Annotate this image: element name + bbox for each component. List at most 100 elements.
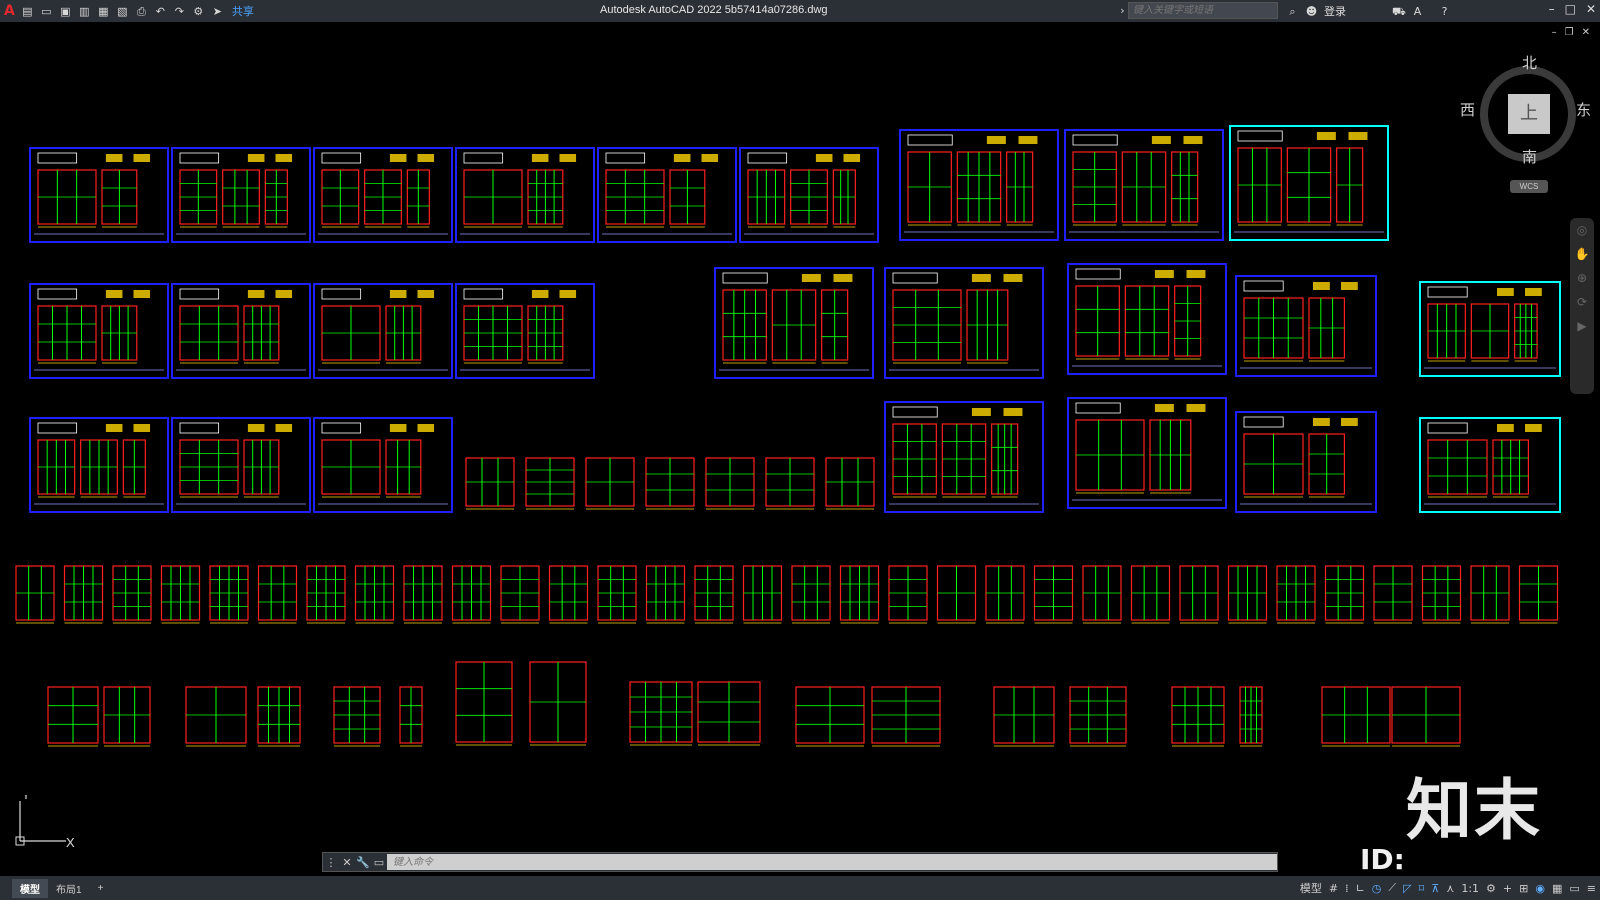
plan-view <box>1243 416 1284 428</box>
maximize-icon[interactable]: □ <box>1565 2 1576 16</box>
compass-south[interactable]: 南 <box>1522 146 1537 167</box>
navigation-bar: ◎ ✋ ⊕ ⟳ ▶ <box>1570 218 1594 394</box>
snap-icon[interactable]: ⁞ <box>1345 882 1349 895</box>
cart-icon[interactable]: ⛟ <box>1392 5 1406 18</box>
hardware-accel-icon[interactable]: ▦ <box>1552 882 1562 895</box>
model-space-button[interactable]: 模型 <box>1300 880 1322 896</box>
print-icon[interactable]: ⎙ <box>135 5 148 18</box>
help-search-input[interactable] <box>1128 2 1278 19</box>
plan-view <box>37 422 78 434</box>
drawing-sheet-frame <box>29 283 169 379</box>
drawing-sheet-frame <box>313 283 453 379</box>
tab-layout1[interactable]: 布局1 <box>48 879 90 898</box>
workspace-gear-icon[interactable]: ⚙ <box>1486 882 1496 895</box>
drawing-sheet-frame <box>1064 129 1224 241</box>
application-menu-button[interactable]: A <box>4 3 15 19</box>
plan-view <box>179 288 220 300</box>
wcs-menu[interactable]: WCS <box>1510 180 1548 193</box>
share-icon[interactable]: ➤ <box>211 5 224 18</box>
isolate-objects-icon[interactable]: ◉ <box>1535 882 1545 895</box>
viewport-close-icon[interactable]: ✕ <box>1582 27 1590 38</box>
section-detail <box>1348 132 1368 140</box>
cmd-customize-icon[interactable]: 🔧 <box>355 856 371 869</box>
new-file-icon[interactable]: ▤ <box>21 5 34 18</box>
section-detail <box>833 274 853 282</box>
signin-button[interactable]: 登录 <box>1324 3 1346 19</box>
section-detail <box>531 154 549 162</box>
command-input[interactable] <box>387 854 1277 870</box>
section-detail <box>1183 136 1203 144</box>
add-layout-button[interactable]: + <box>90 881 112 896</box>
plan-view <box>321 288 362 300</box>
osnap-icon[interactable]: ◸ <box>1403 882 1411 895</box>
undo-icon[interactable]: ↶ <box>154 5 167 18</box>
plan-view <box>1072 134 1118 146</box>
annotation-monitor-icon[interactable]: + <box>1503 882 1512 895</box>
clean-screen-icon[interactable]: ▭ <box>1569 882 1579 895</box>
steering-wheel-icon[interactable]: ◎ <box>1570 218 1594 242</box>
auto-scale-icon[interactable]: ⋏ <box>1446 882 1454 895</box>
sheet-set-icon[interactable]: ▦ <box>97 5 110 18</box>
drawing-sheet-frame <box>714 267 874 379</box>
plan-view <box>747 152 788 164</box>
viewcube-top-face[interactable]: 上 <box>1508 94 1550 134</box>
ortho-icon[interactable]: ∟ <box>1356 882 1365 895</box>
share-button[interactable]: 共享 <box>232 3 254 19</box>
section-detail <box>1525 288 1542 296</box>
section-detail <box>247 154 265 162</box>
section-detail <box>133 424 151 432</box>
annotation-visibility-icon[interactable]: ⊼ <box>1431 882 1439 895</box>
autodesk-app-icon[interactable]: A <box>1411 5 1424 18</box>
redo-icon[interactable]: ↷ <box>173 5 186 18</box>
section-detail <box>1313 282 1330 290</box>
section-detail <box>247 290 265 298</box>
viewport-restore-icon[interactable]: ❐ <box>1565 27 1574 38</box>
save-as-icon[interactable]: ▥ <box>78 5 91 18</box>
polar-icon[interactable]: ◷ <box>1372 882 1382 895</box>
isodraft-icon[interactable]: ⟋ <box>1388 881 1396 895</box>
close-icon[interactable]: ✕ <box>1586 2 1596 16</box>
user-icon: ☻ <box>1305 4 1318 18</box>
tab-model[interactable]: 模型 <box>12 878 48 898</box>
publish-icon[interactable]: ▧ <box>116 5 129 18</box>
section-detail <box>1003 408 1023 416</box>
cmd-recent-icon[interactable]: ▭ <box>371 856 387 869</box>
pan-icon[interactable]: ✋ <box>1570 242 1594 266</box>
customization-icon[interactable]: ≡ <box>1587 882 1596 895</box>
section-detail <box>389 290 407 298</box>
compass-north[interactable]: 北 <box>1522 52 1537 73</box>
showmotion-icon[interactable]: ▶ <box>1570 314 1594 338</box>
viewport-minimize-icon[interactable]: – <box>1552 27 1557 38</box>
title-bar: A ▤ ▭ ▣ ▥ ▦ ▧ ⎙ ↶ ↷ ⚙ ➤ 共享 Autodesk Auto… <box>0 0 1600 22</box>
orbit-icon[interactable]: ⟳ <box>1570 290 1594 314</box>
minimize-icon[interactable]: – <box>1549 2 1555 16</box>
search-icon[interactable]: ⌕ <box>1286 5 1299 18</box>
section-detail <box>1497 288 1514 296</box>
drawing-sheet-frame <box>455 283 595 379</box>
plan-view <box>37 152 78 164</box>
zoom-icon[interactable]: ⊕ <box>1570 266 1594 290</box>
window-title: Autodesk AutoCAD 2022 5b57414a07286.dwg <box>600 4 828 16</box>
drawing-canvas[interactable]: – ❐ ✕ <box>0 22 1600 882</box>
drawing-sheet-frame <box>884 267 1044 379</box>
drawing-sheet-frame <box>1419 417 1561 513</box>
grid-icon[interactable]: # <box>1329 882 1338 895</box>
viewcube[interactable]: 上 北 南 东 西 WCS <box>1458 52 1598 202</box>
help-icon[interactable]: ? <box>1438 5 1451 18</box>
open-folder-icon[interactable]: ▭ <box>40 5 53 18</box>
cmd-close-icon[interactable]: ✕ <box>339 856 355 869</box>
plan-view <box>892 406 938 418</box>
compass-east[interactable]: 东 <box>1576 99 1591 120</box>
compass-west[interactable]: 西 <box>1460 99 1475 120</box>
object-snap-tracking-icon[interactable]: ⌑ <box>1419 882 1425 895</box>
workspace-icon[interactable]: ⚙ <box>192 5 205 18</box>
save-icon[interactable]: ▣ <box>59 5 72 18</box>
plan-view <box>463 152 504 164</box>
cmd-grip-icon[interactable]: ⋮ <box>323 856 339 869</box>
ucs-y-label: Y <box>22 795 30 802</box>
section-detail <box>1154 404 1174 412</box>
section-detail <box>1154 270 1174 278</box>
command-line: ⋮ ✕ 🔧 ▭ <box>322 852 1278 872</box>
units-icon[interactable]: ⊞ <box>1519 882 1528 895</box>
annotation-scale[interactable]: 1:1 <box>1461 882 1479 895</box>
